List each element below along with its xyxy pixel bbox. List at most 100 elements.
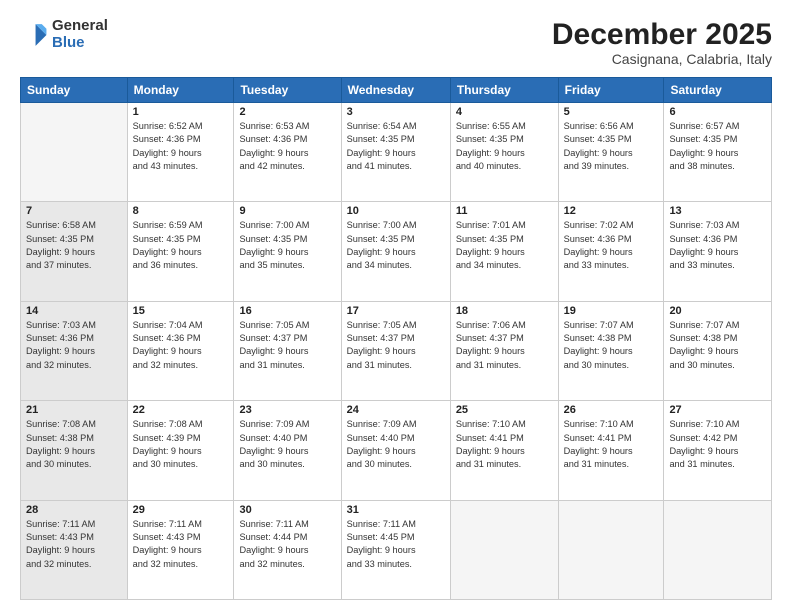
title-block: December 2025 Casignana, Calabria, Italy <box>552 18 772 67</box>
calendar-cell: 21Sunrise: 7:08 AMSunset: 4:38 PMDayligh… <box>21 401 128 500</box>
logo-blue: Blue <box>52 35 108 52</box>
week-row-1: 1Sunrise: 6:52 AMSunset: 4:36 PMDaylight… <box>21 103 772 202</box>
calendar-cell: 5Sunrise: 6:56 AMSunset: 4:35 PMDaylight… <box>558 103 664 202</box>
day-number: 28 <box>26 504 122 516</box>
day-info: Sunrise: 7:09 AMSunset: 4:40 PMDaylight:… <box>347 418 445 471</box>
logo-text: General Blue <box>52 18 108 51</box>
calendar-cell <box>21 103 128 202</box>
day-info: Sunrise: 7:00 AMSunset: 4:35 PMDaylight:… <box>239 219 335 272</box>
day-number: 18 <box>456 305 553 317</box>
day-number: 21 <box>26 404 122 416</box>
weekday-header-row: SundayMondayTuesdayWednesdayThursdayFrid… <box>21 78 772 103</box>
day-info: Sunrise: 7:05 AMSunset: 4:37 PMDaylight:… <box>347 319 445 372</box>
day-info: Sunrise: 7:11 AMSunset: 4:44 PMDaylight:… <box>239 518 335 571</box>
calendar-cell: 1Sunrise: 6:52 AMSunset: 4:36 PMDaylight… <box>127 103 234 202</box>
day-info: Sunrise: 7:11 AMSunset: 4:43 PMDaylight:… <box>26 518 122 571</box>
day-number: 7 <box>26 205 122 217</box>
calendar-cell: 27Sunrise: 7:10 AMSunset: 4:42 PMDayligh… <box>664 401 772 500</box>
day-info: Sunrise: 7:01 AMSunset: 4:35 PMDaylight:… <box>456 219 553 272</box>
calendar-cell: 7 Sunrise: 6:58 AMSunset: 4:35 PMDaylight… <box>21 202 128 301</box>
day-info: Sunrise: 7:10 AMSunset: 4:41 PMDaylight:… <box>456 418 553 471</box>
calendar-cell: 8Sunrise: 6:59 AMSunset: 4:35 PMDaylight… <box>127 202 234 301</box>
day-number: 27 <box>669 404 766 416</box>
calendar-body: 1Sunrise: 6:52 AMSunset: 4:36 PMDaylight… <box>21 103 772 600</box>
calendar-cell: 10 Sunrise: 7:00 AMSunset: 4:35 PMDayligh… <box>341 202 450 301</box>
calendar-cell: 12Sunrise: 7:02 AMSunset: 4:36 PMDayligh… <box>558 202 664 301</box>
week-row-3: 14 Sunrise: 7:03 AMSunset: 4:36 PMDayligh… <box>21 301 772 400</box>
day-number: 16 <box>239 305 335 317</box>
calendar-cell: 26 Sunrise: 7:10 AMSunset: 4:41 PMDayligh… <box>558 401 664 500</box>
logo-icon <box>20 21 48 49</box>
day-info: Sunrise: 6:54 AMSunset: 4:35 PMDaylight:… <box>347 120 445 173</box>
calendar: SundayMondayTuesdayWednesdayThursdayFrid… <box>20 77 772 600</box>
day-info: Sunrise: 6:59 AMSunset: 4:35 PMDaylight:… <box>133 219 229 272</box>
calendar-cell: 22 Sunrise: 7:08 AMSunset: 4:39 PMDayligh… <box>127 401 234 500</box>
calendar-cell: 11 Sunrise: 7:01 AMSunset: 4:35 PMDayligh… <box>450 202 558 301</box>
calendar-cell: 15 Sunrise: 7:04 AMSunset: 4:36 PMDayligh… <box>127 301 234 400</box>
weekday-header-saturday: Saturday <box>664 78 772 103</box>
day-number: 30 <box>239 504 335 516</box>
day-number: 17 <box>347 305 445 317</box>
calendar-header: SundayMondayTuesdayWednesdayThursdayFrid… <box>21 78 772 103</box>
weekday-header-thursday: Thursday <box>450 78 558 103</box>
calendar-cell <box>558 500 664 599</box>
day-number: 3 <box>347 106 445 118</box>
day-info: Sunrise: 7:04 AMSunset: 4:36 PMDaylight:… <box>133 319 229 372</box>
calendar-cell: 19Sunrise: 7:07 AMSunset: 4:38 PMDayligh… <box>558 301 664 400</box>
calendar-cell: 20Sunrise: 7:07 AMSunset: 4:38 PMDayligh… <box>664 301 772 400</box>
calendar-cell: 17 Sunrise: 7:05 AMSunset: 4:37 PMDayligh… <box>341 301 450 400</box>
day-info: Sunrise: 7:03 AMSunset: 4:36 PMDaylight:… <box>26 319 122 372</box>
day-number: 22 <box>133 404 229 416</box>
calendar-cell: 24 Sunrise: 7:09 AMSunset: 4:40 PMDayligh… <box>341 401 450 500</box>
day-number: 25 <box>456 404 553 416</box>
day-number: 31 <box>347 504 445 516</box>
calendar-cell: 3 Sunrise: 6:54 AMSunset: 4:35 PMDaylight… <box>341 103 450 202</box>
page: General Blue December 2025 Casignana, Ca… <box>0 0 792 612</box>
day-number: 11 <box>456 205 553 217</box>
day-number: 26 <box>564 404 659 416</box>
day-info: Sunrise: 7:06 AMSunset: 4:37 PMDaylight:… <box>456 319 553 372</box>
day-info: Sunrise: 7:00 AMSunset: 4:35 PMDaylight:… <box>347 219 445 272</box>
week-row-4: 21Sunrise: 7:08 AMSunset: 4:38 PMDayligh… <box>21 401 772 500</box>
calendar-cell: 31 Sunrise: 7:11 AMSunset: 4:45 PMDayligh… <box>341 500 450 599</box>
day-number: 10 <box>347 205 445 217</box>
day-info: Sunrise: 6:56 AMSunset: 4:35 PMDaylight:… <box>564 120 659 173</box>
day-number: 24 <box>347 404 445 416</box>
weekday-header-wednesday: Wednesday <box>341 78 450 103</box>
day-info: Sunrise: 7:11 AMSunset: 4:43 PMDaylight:… <box>133 518 229 571</box>
calendar-cell: 16Sunrise: 7:05 AMSunset: 4:37 PMDayligh… <box>234 301 341 400</box>
calendar-cell: 9Sunrise: 7:00 AMSunset: 4:35 PMDaylight… <box>234 202 341 301</box>
calendar-cell: 30 Sunrise: 7:11 AMSunset: 4:44 PMDayligh… <box>234 500 341 599</box>
weekday-header-tuesday: Tuesday <box>234 78 341 103</box>
day-info: Sunrise: 7:08 AMSunset: 4:39 PMDaylight:… <box>133 418 229 471</box>
day-number: 4 <box>456 106 553 118</box>
month-title: December 2025 <box>552 18 772 51</box>
calendar-cell <box>664 500 772 599</box>
day-info: Sunrise: 7:11 AMSunset: 4:45 PMDaylight:… <box>347 518 445 571</box>
day-number: 15 <box>133 305 229 317</box>
logo: General Blue <box>20 18 108 51</box>
day-info: Sunrise: 6:58 AMSunset: 4:35 PMDaylight:… <box>26 219 122 272</box>
week-row-2: 7 Sunrise: 6:58 AMSunset: 4:35 PMDaylight… <box>21 202 772 301</box>
calendar-cell: 6 Sunrise: 6:57 AMSunset: 4:35 PMDaylight… <box>664 103 772 202</box>
day-number: 19 <box>564 305 659 317</box>
weekday-header-friday: Friday <box>558 78 664 103</box>
day-info: Sunrise: 7:02 AMSunset: 4:36 PMDaylight:… <box>564 219 659 272</box>
calendar-cell <box>450 500 558 599</box>
day-info: Sunrise: 7:10 AMSunset: 4:41 PMDaylight:… <box>564 418 659 471</box>
location-subtitle: Casignana, Calabria, Italy <box>552 51 772 67</box>
calendar-cell: 14 Sunrise: 7:03 AMSunset: 4:36 PMDayligh… <box>21 301 128 400</box>
calendar-cell: 25 Sunrise: 7:10 AMSunset: 4:41 PMDayligh… <box>450 401 558 500</box>
day-info: Sunrise: 7:09 AMSunset: 4:40 PMDaylight:… <box>239 418 335 471</box>
day-number: 14 <box>26 305 122 317</box>
calendar-cell: 18 Sunrise: 7:06 AMSunset: 4:37 PMDayligh… <box>450 301 558 400</box>
day-number: 6 <box>669 106 766 118</box>
day-info: Sunrise: 6:57 AMSunset: 4:35 PMDaylight:… <box>669 120 766 173</box>
calendar-cell: 28 Sunrise: 7:11 AMSunset: 4:43 PMDayligh… <box>21 500 128 599</box>
logo-general: General <box>52 18 108 35</box>
day-number: 13 <box>669 205 766 217</box>
calendar-cell: 4Sunrise: 6:55 AMSunset: 4:35 PMDaylight… <box>450 103 558 202</box>
calendar-cell: 2Sunrise: 6:53 AMSunset: 4:36 PMDaylight… <box>234 103 341 202</box>
day-info: Sunrise: 7:03 AMSunset: 4:36 PMDaylight:… <box>669 219 766 272</box>
day-number: 23 <box>239 404 335 416</box>
